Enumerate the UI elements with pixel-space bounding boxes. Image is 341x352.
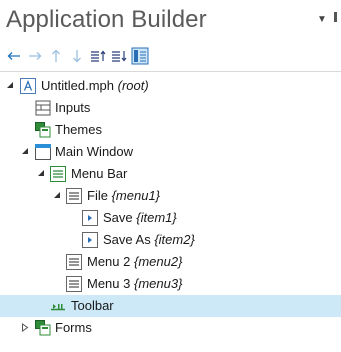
toolbar-icon — [51, 304, 65, 311]
sort-up-icon[interactable] — [88, 46, 108, 66]
menu-icon — [66, 254, 82, 270]
tree-item-inputs[interactable]: Inputs — [0, 97, 341, 119]
menu-item-icon — [82, 232, 98, 248]
tree-item-label: Main Window — [55, 144, 134, 159]
layout-icon[interactable] — [130, 46, 150, 66]
tree-item-label: Forms — [55, 320, 92, 335]
tree-item-menu3[interactable]: Menu 3 {menu3} — [0, 273, 341, 295]
tree-item-file[interactable]: File {menu1} — [0, 185, 341, 207]
tree-item-label: Menu Bar — [71, 166, 128, 181]
tree-item-save[interactable]: Save {item1} — [0, 207, 341, 229]
tree-item-label: Menu 3 — [87, 276, 131, 291]
tree-item-themes[interactable]: Themes — [0, 119, 341, 141]
tree-item-tag: {menu1} — [111, 188, 161, 203]
menu-icon — [66, 188, 82, 204]
tree-item-tag: {menu3} — [134, 276, 183, 291]
tree-item-label: Save — [103, 210, 133, 225]
arrow-left-icon[interactable] — [4, 46, 24, 66]
tree-item-label: Inputs — [55, 100, 91, 115]
tree-item-forms[interactable]: Forms — [0, 317, 341, 339]
tree-item-main-window[interactable]: Main Window — [0, 141, 341, 163]
tree-item-menu-bar[interactable]: Menu Bar — [0, 163, 341, 185]
collapse-arrow-icon[interactable] — [20, 146, 30, 156]
tree-item-tag: (root) — [117, 78, 149, 93]
collapse-arrow-icon[interactable] — [5, 80, 15, 90]
collapse-arrow-icon[interactable] — [52, 190, 62, 200]
tree-item-label: Untitled.mph — [41, 78, 114, 93]
pin-icon[interactable] — [334, 12, 337, 22]
tree-item-tag: {menu2} — [134, 254, 183, 269]
tree-item-tag: {item1} — [136, 210, 177, 225]
tree-item-label: Toolbar — [71, 298, 114, 313]
panel-header: Application Builder ▼ — [0, 0, 341, 72]
expand-arrow-icon[interactable] — [20, 322, 30, 332]
forms-icon — [35, 320, 51, 336]
tree-item-label: Themes — [55, 122, 102, 137]
panel-title: Application Builder — [6, 6, 207, 33]
collapse-arrow-icon[interactable] — [36, 168, 46, 178]
tree-item-root[interactable]: Untitled.mph (root) — [0, 75, 341, 97]
builder-toolbar — [4, 46, 150, 66]
menu-item-icon — [82, 210, 98, 226]
themes-icon — [35, 122, 51, 138]
window-icon — [35, 144, 51, 160]
tree-item-label: File — [87, 188, 108, 203]
application-icon — [20, 78, 36, 94]
tree-item-menu2[interactable]: Menu 2 {menu2} — [0, 251, 341, 273]
arrow-up-icon[interactable] — [46, 46, 66, 66]
tree-item-save-as[interactable]: Save As {item2} — [0, 229, 341, 251]
menu-icon — [66, 276, 82, 292]
arrow-down-icon[interactable] — [67, 46, 87, 66]
model-tree: Untitled.mph (root) Inputs Themes Main W… — [0, 71, 341, 352]
tree-item-label: Menu 2 — [87, 254, 131, 269]
tree-item-toolbar[interactable]: Toolbar — [0, 295, 341, 317]
menu-bar-icon — [50, 166, 66, 182]
tree-item-tag: {item2} — [154, 232, 195, 247]
inputs-icon — [35, 100, 51, 116]
tree-item-label: Save As — [103, 232, 151, 247]
arrow-right-icon[interactable] — [25, 46, 45, 66]
panel-menu-icon[interactable]: ▼ — [317, 14, 327, 25]
sort-down-icon[interactable] — [109, 46, 129, 66]
